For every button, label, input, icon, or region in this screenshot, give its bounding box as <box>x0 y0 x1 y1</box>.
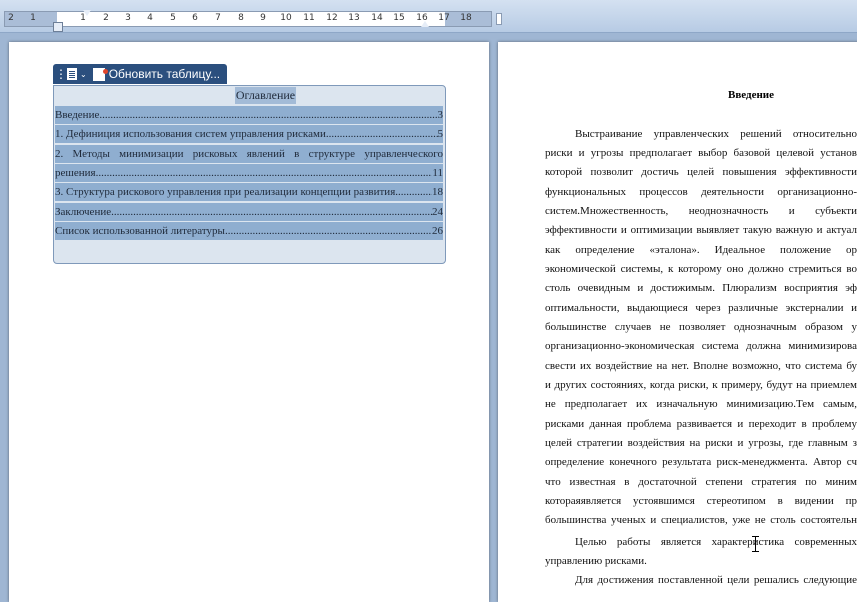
ruler-number: 17 <box>438 13 450 23</box>
body-text-line[interactable]: как определение «эталона». Идеальное пол… <box>545 242 857 258</box>
update-table-icon <box>92 67 108 81</box>
horizontal-ruler-bar: 2 1 1 2 3 4 5 6 7 8 9 10 11 12 13 14 15 … <box>0 0 857 33</box>
update-table-label: Обновить таблицу... <box>108 67 221 81</box>
body-text-line[interactable]: эффективности и оптимизации выявляет так… <box>545 222 857 238</box>
toc-leader <box>326 125 438 143</box>
toc-entry-page: 18 <box>432 186 443 198</box>
body-text-line[interactable]: Целью работы является характеристика сов… <box>545 534 857 550</box>
body-text-line[interactable]: столь очевидным и достижимым. Плюрализм … <box>545 280 857 296</box>
ruler-number: 1 <box>30 13 36 23</box>
body-text-line[interactable]: большинстве случаев не позволяет однозна… <box>545 319 857 335</box>
ruler-number: 18 <box>460 13 472 23</box>
chevron-down-icon[interactable]: ⌄ <box>80 70 87 79</box>
first-line-indent-marker[interactable] <box>83 10 91 16</box>
toc-entry[interactable]: Заключение 24 <box>55 203 443 221</box>
update-table-button[interactable]: Обновить таблицу... <box>92 67 221 81</box>
left-indent-marker[interactable] <box>53 22 63 32</box>
body-text-line[interactable]: определение конечного результата риск-ме… <box>545 454 857 470</box>
ruler-number: 3 <box>125 13 131 23</box>
table-of-contents-icon[interactable] <box>67 68 77 80</box>
toc-content-control-tab: ⋮ ⌄ Обновить таблицу... <box>53 64 227 84</box>
body-text-line[interactable]: целей стратегии воздействия на риски и у… <box>545 435 857 451</box>
ruler-number: 14 <box>371 13 383 23</box>
body-text-line[interactable]: Выстраивание управленческих решений отно… <box>545 126 857 142</box>
body-text-line[interactable]: экономической системы, к которому оно до… <box>545 261 857 277</box>
toc-entry-page: 5 <box>437 128 444 140</box>
toc-leader <box>96 164 433 182</box>
toc-entry-title: решения <box>55 167 96 179</box>
toc-entry-page: 24 <box>432 206 443 218</box>
toc-entry[interactable]: Список использованной литературы 26 <box>55 222 443 240</box>
body-text-line[interactable]: котораяявляется устоявшимся стереотипом … <box>545 493 857 509</box>
toc-entry-title: Заключение <box>55 206 112 218</box>
body-text-line[interactable]: управлению рисками. <box>545 553 857 569</box>
ruler-number: 2 <box>103 13 109 23</box>
toc-leader <box>395 183 432 201</box>
toc-entry-title: 2. Методы минимизации рисковых явлений в… <box>55 148 443 160</box>
toc-entry-title: 3. Структура рискового управления при ре… <box>55 186 396 198</box>
body-text-line[interactable]: оптимальности, выдающиеся через различны… <box>545 300 857 316</box>
toc-leader <box>225 222 432 240</box>
ruler-number: 15 <box>393 13 405 23</box>
ruler-number: 4 <box>147 13 153 23</box>
text-cursor-icon <box>752 536 759 552</box>
toc-entry-page: 11 <box>432 167 443 179</box>
ruler-number: 11 <box>303 13 315 23</box>
body-text-line[interactable]: большинства ученых и специалистов, уже н… <box>545 512 857 528</box>
body-text-line[interactable]: не предполагает их изначальную минимизац… <box>545 396 857 412</box>
toc-entry-title: Список использованной литературы <box>55 225 225 237</box>
ruler-end-marker <box>496 13 502 25</box>
body-text-line[interactable]: что известная в достаточной степени стра… <box>545 474 857 490</box>
ruler-number: 9 <box>260 13 266 23</box>
toc-leader <box>111 203 432 221</box>
ruler-number: 8 <box>238 13 244 23</box>
right-indent-marker[interactable] <box>421 21 429 27</box>
toc-entry-title: Введение <box>55 109 100 121</box>
toc-entry[interactable]: 3. Структура рискового управления при ре… <box>55 183 443 201</box>
body-text-line[interactable]: свести их воздействие на нет. Вполне воз… <box>545 358 857 374</box>
ruler-number: 7 <box>215 13 221 23</box>
toc-entry-page: 26 <box>432 225 443 237</box>
body-text-line[interactable]: функциональных процессов деятельности ор… <box>545 184 857 200</box>
body-text-line[interactable]: рисками данная проблема развивается и пе… <box>545 416 857 432</box>
body-text-line[interactable]: систем.Множественность, неоднозначность … <box>545 203 857 219</box>
toc-entry-title: 1. Дефиниция использования систем управл… <box>55 128 326 140</box>
body-text-line[interactable]: и других состояниях, когда риски, к прим… <box>545 377 857 393</box>
toc-entry[interactable]: решения 11 <box>55 164 443 182</box>
toc-entry-page: 3 <box>437 109 444 121</box>
body-text-line[interactable]: которой позволит достичь целей повышения… <box>545 164 857 180</box>
toc-leader <box>99 106 437 124</box>
ruler-number: 2 <box>8 13 14 23</box>
body-text-line[interactable]: организационно-экономическая система дол… <box>545 338 857 354</box>
ruler-number: 6 <box>192 13 198 23</box>
section-heading[interactable]: Введение <box>728 89 774 101</box>
body-text-line[interactable]: Для достижения поставленной цели решалис… <box>545 572 857 588</box>
body-text-line[interactable]: риски и угрозы предполагает выбор базово… <box>545 145 857 161</box>
ruler-number: 10 <box>280 13 292 23</box>
toc-entry[interactable]: 1. Дефиниция использования систем управл… <box>55 125 443 143</box>
drag-handle-icon[interactable]: ⋮ <box>55 67 67 81</box>
ruler-number: 5 <box>170 13 176 23</box>
ruler-number: 13 <box>348 13 360 23</box>
toc-entry[interactable]: Введение 3 <box>55 106 443 124</box>
ruler-number: 12 <box>326 13 338 23</box>
horizontal-ruler[interactable]: 2 1 1 2 3 4 5 6 7 8 9 10 11 12 13 14 15 … <box>4 10 492 32</box>
toc-entry[interactable]: 2. Методы минимизации рисковых явлений в… <box>55 145 443 163</box>
toc-heading[interactable]: Оглавление <box>235 87 296 104</box>
